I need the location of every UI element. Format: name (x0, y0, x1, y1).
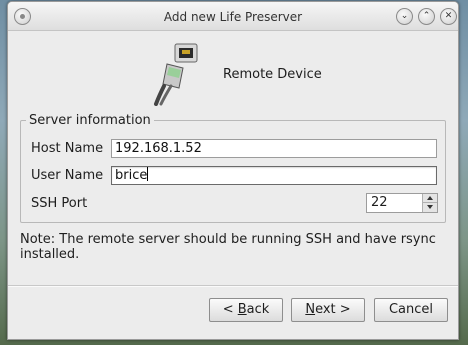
next-rest: ext > (315, 302, 351, 317)
network-cable-icon (154, 43, 198, 106)
back-button[interactable]: < Back (209, 298, 283, 322)
note-text: Note: The remote server should be runnin… (20, 232, 450, 262)
note-line-1: Note: The remote server should be runnin… (20, 232, 436, 247)
host-name-field[interactable]: 192.168.1.52 (111, 139, 437, 158)
spin-down-arrow-icon[interactable] (422, 203, 437, 212)
maximize-button[interactable]: ⌃ (418, 8, 435, 25)
back-prefix: < (222, 302, 238, 317)
next-button[interactable]: Next > (291, 298, 365, 322)
cancel-button[interactable]: Cancel (374, 298, 448, 322)
host-name-label: Host Name (31, 141, 104, 156)
ssh-port-label: SSH Port (31, 196, 88, 211)
next-mnemonic: N (305, 302, 316, 317)
minimize-button[interactable]: ⌄ (396, 8, 413, 25)
back-rest: ack (246, 302, 270, 317)
group-title: Server information (26, 113, 154, 128)
divider (8, 285, 458, 287)
note-line-2: installed. (20, 247, 80, 262)
spin-up-arrow-icon[interactable] (422, 194, 437, 203)
back-mnemonic: B (237, 302, 247, 317)
cancel-label: Cancel (388, 302, 434, 317)
window-title: Add new Life Preserver (163, 10, 303, 24)
page-title: Remote Device (223, 67, 322, 82)
chevron-down-icon: ⌄ (400, 11, 409, 21)
user-name-field[interactable]: brice (111, 166, 437, 185)
dialog-window: Add new Life Preserver ⌄ ⌃ ✕ Remote Devi… (7, 1, 459, 340)
host-name-value: 192.168.1.52 (115, 141, 202, 156)
user-name-label: User Name (31, 168, 104, 183)
chevron-up-icon: ⌃ (422, 11, 431, 21)
title-bar[interactable]: Add new Life Preserver ⌄ ⌃ ✕ (8, 2, 458, 31)
close-icon: ✕ (444, 11, 453, 21)
close-button[interactable]: ✕ (440, 8, 457, 25)
ssh-port-value: 22 (371, 195, 388, 210)
text-caret (147, 167, 149, 181)
ssh-port-spinbox[interactable]: 22 (366, 193, 438, 213)
user-name-value: brice (115, 168, 148, 183)
